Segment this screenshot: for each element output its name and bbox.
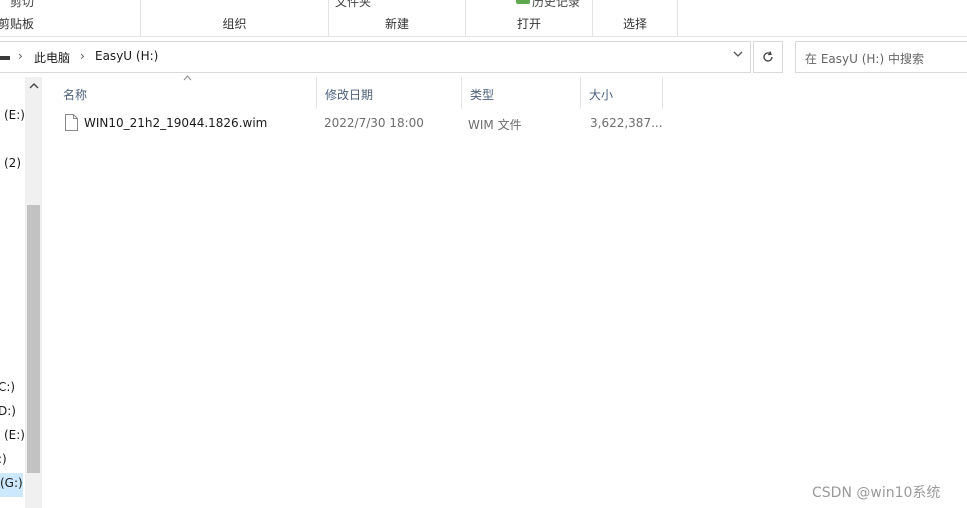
navigation-pane: (E:) (2) C:) D:) (E:) :) (G:) (0, 77, 44, 508)
column-header-row: 名称 修改日期 类型 大小 (55, 77, 675, 109)
new-folder-button-label[interactable]: 文件夹 (335, 0, 371, 10)
column-header-date[interactable]: 修改日期 (317, 77, 462, 109)
history-icon (516, 0, 530, 4)
file-name[interactable]: WIN10_21h2_19044.1826.wim (84, 116, 267, 130)
breadcrumb-separator-icon[interactable]: › (18, 49, 23, 63)
file-row[interactable]: WIN10_21h2_19044.1826.wim 2022/7/30 18:0… (55, 111, 675, 135)
group-label-select: 选择 (622, 17, 647, 31)
breadcrumb-separator-icon[interactable]: › (80, 49, 85, 63)
breadcrumb-easyu-drive[interactable]: EasyU (H:) (95, 49, 158, 63)
cut-button-label[interactable]: 剪切 (10, 0, 34, 10)
group-label-new: 新建 (384, 17, 409, 31)
history-button-label[interactable]: 历史记录 (532, 0, 580, 10)
column-header-name[interactable]: 名称 (55, 77, 317, 109)
file-date: 2022/7/30 18:00 (324, 116, 424, 130)
nav-item-drive-d[interactable]: D:) (0, 404, 16, 418)
group-label-organize: 组织 (222, 17, 247, 31)
search-input[interactable]: 在 EasyU (H:) 中搜索 (795, 41, 967, 73)
nav-item-drive-e[interactable]: (E:) (4, 108, 25, 122)
nav-item-drive-e-2[interactable]: (E:) (4, 428, 25, 442)
ribbon-group-open: 历史记录 打开 (466, 0, 593, 37)
refresh-button[interactable] (753, 41, 783, 73)
group-label-clipboard: 剪贴板 (0, 17, 35, 31)
file-type: WIM 文件 (468, 118, 522, 132)
nav-item-drive-g[interactable]: (G:) (0, 473, 23, 497)
watermark: CSDN @win10系统 (812, 485, 941, 501)
nav-item-drive-2[interactable]: (2) (4, 156, 21, 170)
refresh-icon (763, 51, 773, 62)
column-label-type: 类型 (470, 88, 495, 102)
nav-item-drive-f[interactable]: :) (0, 452, 7, 466)
address-bar[interactable]: › 此电脑 › EasyU (H:) (0, 41, 751, 73)
chevron-down-icon[interactable] (732, 48, 744, 63)
file-icon (65, 114, 78, 131)
ribbon-group-select: 选择 (593, 0, 678, 37)
file-size: 3,622,387... (590, 116, 663, 130)
ribbon-group-organize: 组织 (141, 0, 329, 37)
this-pc-icon (0, 56, 10, 60)
ribbon: 剪切 剪贴板 组织 文件夹 新建 历史记录 打开 选择 (0, 0, 967, 37)
address-row: › 此电脑 › EasyU (H:) 在 EasyU (H:) 中搜索 (0, 41, 967, 73)
column-label-date: 修改日期 (325, 88, 374, 102)
nav-item-drive-c[interactable]: C:) (0, 380, 15, 394)
column-label-name: 名称 (63, 88, 88, 102)
column-header-type[interactable]: 类型 (462, 77, 581, 109)
ribbon-group-new: 文件夹 新建 (329, 0, 466, 37)
scrollbar-thumb[interactable] (27, 205, 40, 473)
column-header-size[interactable]: 大小 (581, 77, 663, 109)
group-label-open: 打开 (516, 17, 541, 31)
breadcrumb-this-pc[interactable]: 此电脑 (34, 49, 70, 66)
ribbon-group-clipboard: 剪切 剪贴板 (0, 0, 141, 37)
scroll-up-icon[interactable] (25, 77, 42, 99)
search-placeholder: 在 EasyU (H:) 中搜索 (805, 52, 924, 66)
column-label-size: 大小 (589, 88, 614, 102)
